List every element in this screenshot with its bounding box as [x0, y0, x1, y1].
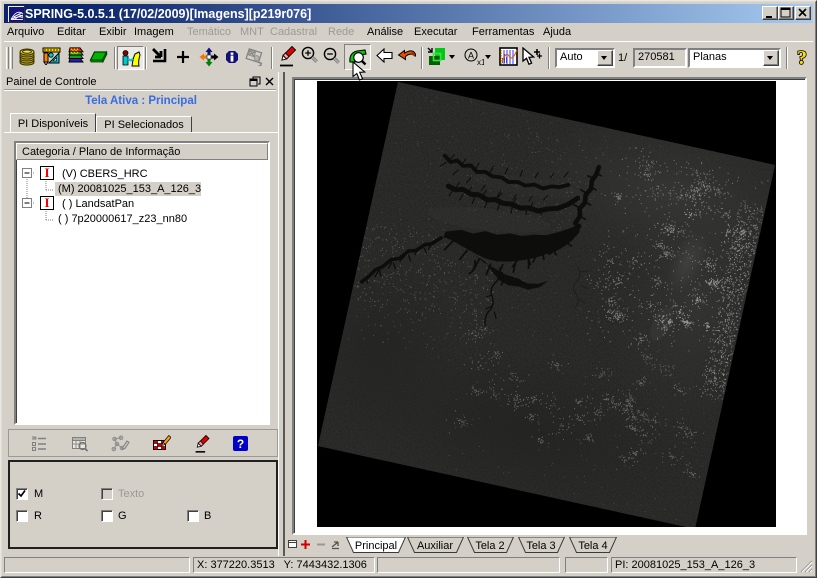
svg-text:Tela 2: Tela 2 [475, 540, 504, 552]
svg-text:Principal: Principal [355, 540, 397, 552]
svg-text:(V) CBERS_HRC: (V) CBERS_HRC [62, 168, 148, 180]
svg-text:I: I [44, 195, 49, 210]
svg-text:Auxiliar: Auxiliar [417, 540, 453, 552]
svg-text:Tela 3: Tela 3 [526, 540, 555, 552]
svg-text:x1: x1 [477, 58, 484, 67]
svg-text:( ) 7p20000617_z23_nn80: ( ) 7p20000617_z23_nn80 [58, 213, 187, 225]
svg-text:A: A [468, 51, 474, 61]
svg-text:?: ? [797, 47, 807, 69]
svg-text:?: ? [237, 437, 244, 451]
svg-text:(M) 20081025_153_A_126_3: (M) 20081025_153_A_126_3 [58, 183, 201, 195]
svg-text:I: I [44, 165, 49, 180]
svg-text:( ) LandsatPan: ( ) LandsatPan [62, 198, 134, 210]
svg-text:Tela 4: Tela 4 [578, 540, 607, 552]
